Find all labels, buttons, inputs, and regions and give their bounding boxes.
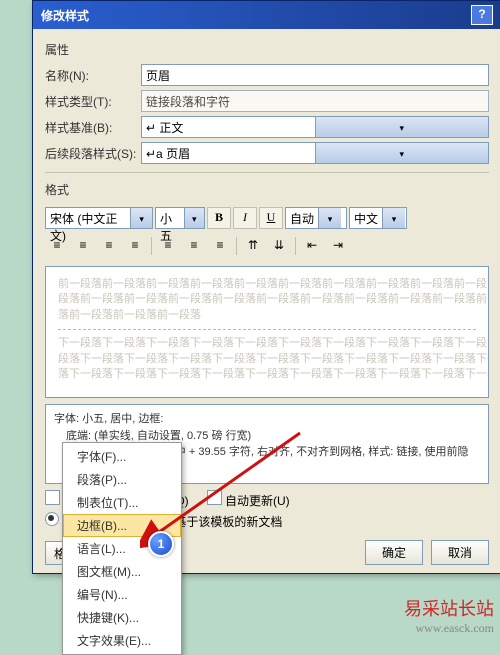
space-after-icon[interactable]: ⇊ [267,235,291,257]
menu-frame[interactable]: 图文框(M)... [63,560,181,583]
align-justify-icon[interactable]: ≡ [123,235,147,257]
callout-badge-1: 1 [148,531,174,557]
style-base-label: 样式基准(B): [45,119,141,136]
align-right-icon[interactable]: ≡ [97,235,121,257]
line-spacing-2-icon[interactable]: ≡ [208,235,232,257]
underline-button[interactable]: U [259,207,283,229]
chevron-down-icon: ▾ [315,143,489,163]
font-select[interactable]: 宋体 (中文正文) ▾ [45,207,153,229]
align-left-icon[interactable]: ≡ [45,235,69,257]
section-format: 格式 [45,181,489,198]
chevron-down-icon: ▾ [382,208,405,228]
italic-button[interactable]: I [233,207,257,229]
name-field[interactable] [141,64,489,86]
bold-button[interactable]: B [207,207,231,229]
chevron-down-icon: ▾ [130,208,152,228]
preview-box: 前一段落前一段落前一段落前一段落前一段落前一段落前一段落前一段落前一段落前一段落… [45,266,489,398]
chevron-down-icon: ▾ [318,208,341,228]
indent-decrease-icon[interactable]: ⇤ [300,235,324,257]
section-properties: 属性 [45,41,489,58]
style-type-dropdown[interactable]: 链接段落和字符 [141,90,489,112]
add-quick-checkbox[interactable] [45,490,60,505]
line-spacing-15-icon[interactable]: ≡ [182,235,206,257]
chevron-down-icon: ▾ [184,208,204,228]
help-button[interactable]: ? [471,5,493,25]
size-select[interactable]: 小五 ▾ [155,207,205,229]
lang-select[interactable]: 中文 ▾ [349,207,407,229]
format-toolbar-2: ≡ ≡ ≡ ≡ ≡ ≡ ≡ ⇈ ⇊ ⇤ ⇥ [45,232,489,260]
chevron-down-icon: ▾ [315,117,489,137]
titlebar: 修改样式 ? [33,1,500,29]
color-select[interactable]: 自动 ▾ [285,207,347,229]
only-doc-radio[interactable] [45,512,59,526]
name-label: 名称(N): [45,67,141,84]
next-style-dropdown[interactable]: ↵a 页眉 ▾ [141,142,489,164]
cancel-button[interactable]: 取消 [431,540,489,565]
watermark: 易采站长站 www.easck.com [404,595,494,636]
style-base-dropdown[interactable]: ↵ 正文 ▾ [141,116,489,138]
indent-increase-icon[interactable]: ⇥ [326,235,350,257]
dialog-title: 修改样式 [41,7,89,24]
line-spacing-1-icon[interactable]: ≡ [156,235,180,257]
space-before-icon[interactable]: ⇈ [241,235,265,257]
menu-shortcut[interactable]: 快捷键(K)... [63,606,181,629]
ok-button[interactable]: 确定 [365,540,423,565]
next-style-label: 后续段落样式(S): [45,145,141,162]
align-center-icon[interactable]: ≡ [71,235,95,257]
menu-numbering[interactable]: 编号(N)... [63,583,181,606]
format-toolbar-1: 宋体 (中文正文) ▾ 小五 ▾ B I U 自动 ▾ 中文 ▾ [45,204,489,232]
style-type-label: 样式类型(T): [45,93,141,110]
menu-texteffect[interactable]: 文字效果(E)... [63,629,181,652]
